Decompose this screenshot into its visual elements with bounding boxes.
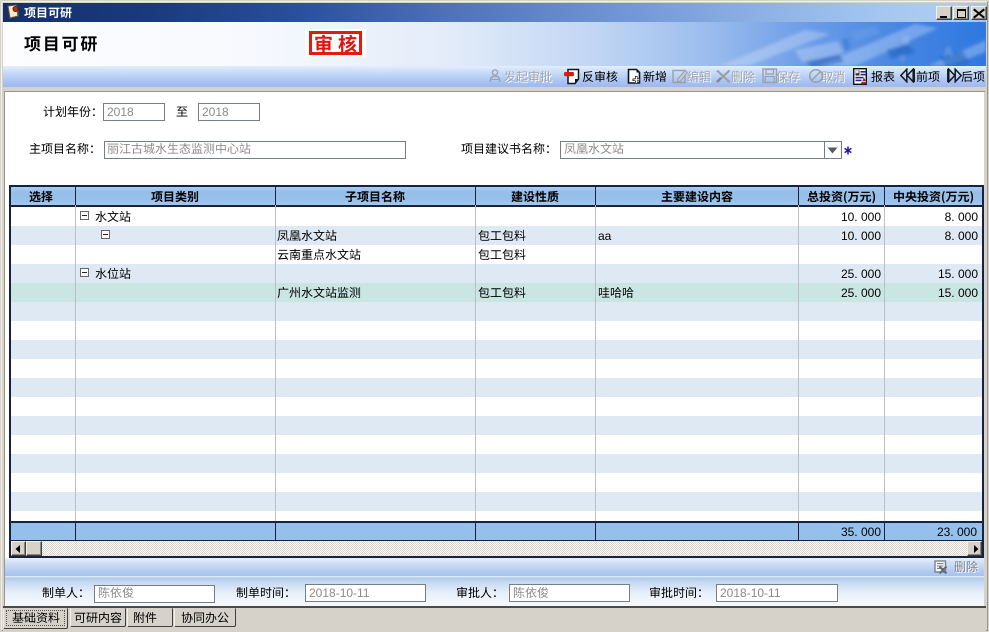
svg-text:$: $ (842, 36, 851, 53)
svg-text:o: o (900, 53, 905, 63)
svg-text:A: A (944, 44, 953, 59)
svg-text:B: B (903, 36, 910, 47)
